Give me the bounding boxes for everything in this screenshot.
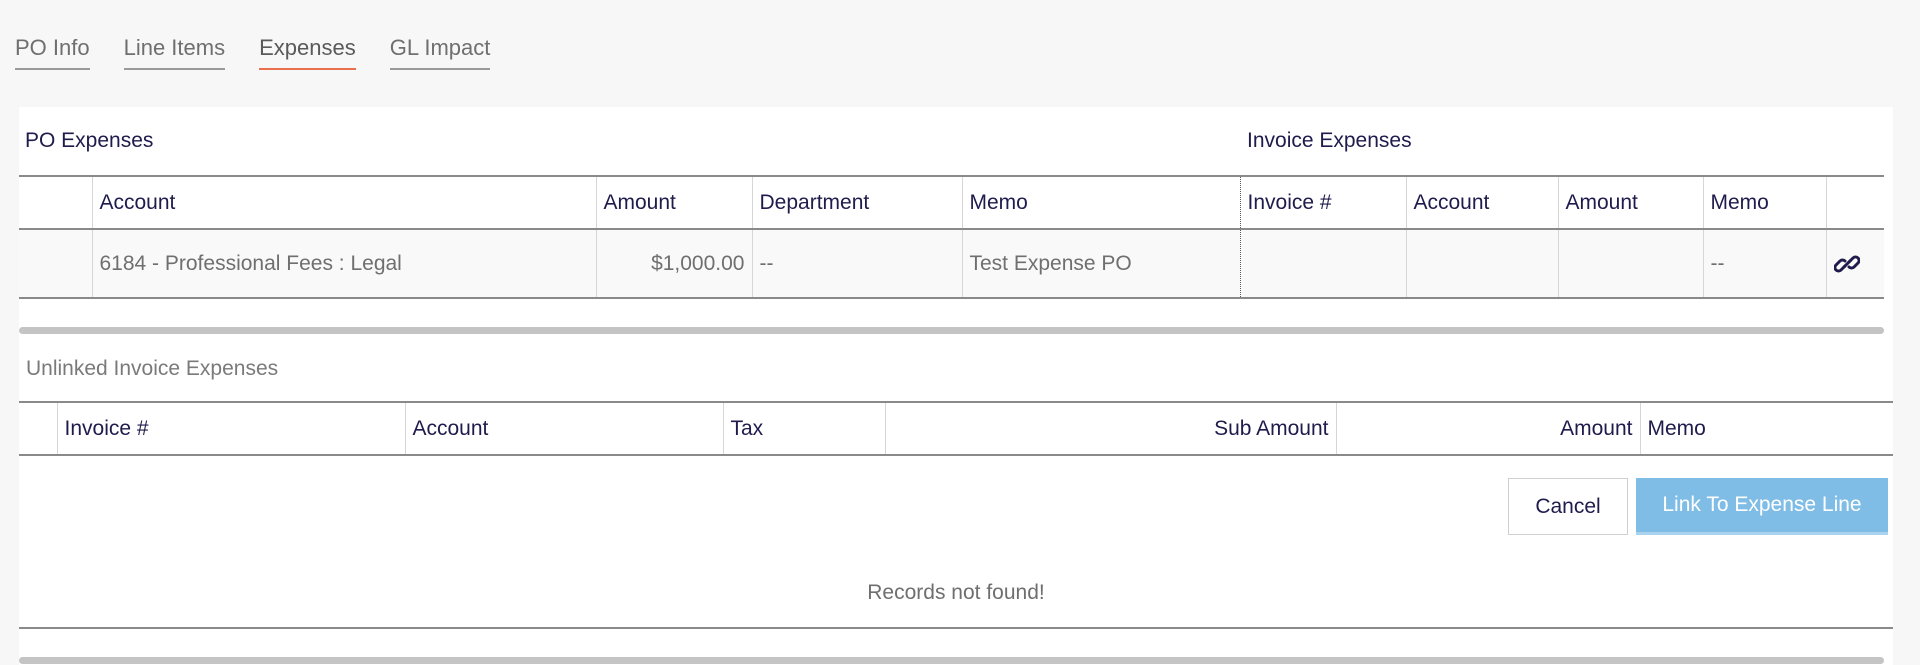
po-table-header: Account Amount Department Memo Invoice #… [19,176,1884,229]
unlinked-expenses-title: Unlinked Invoice Expenses [26,357,279,380]
tab-line-items[interactable]: Line Items [123,34,226,70]
tab-po-info[interactable]: PO Info [15,34,90,70]
un-col-amount: Amount [1335,402,1640,455]
po-col-account: Account [91,176,596,229]
inv-amount-cell [1557,229,1703,298]
po-amount-cell: $1,000.00 [595,229,752,298]
inv-col-action [1825,176,1884,229]
po-expenses-title: PO Expenses [25,129,154,152]
un-col-invoice-no: Invoice # [56,402,405,455]
inv-col-invoice-no: Invoice # [1239,176,1406,229]
inv-col-memo: Memo [1702,176,1826,229]
po-col-memo: Memo [961,176,1240,229]
po-col-select [19,176,92,229]
po-col-department: Department [751,176,962,229]
po-expense-table: Account Amount Department Memo Invoice #… [19,175,1884,299]
un-col-tax: Tax [722,402,885,455]
un-col-account: Account [404,402,723,455]
inv-memo-cell: -- [1702,229,1826,298]
horizontal-scrollbar-bottom[interactable] [19,657,1884,664]
inv-col-amount: Amount [1557,176,1703,229]
un-col-memo: Memo [1639,402,1893,455]
horizontal-scrollbar[interactable] [19,327,1884,334]
po-col-amount: Amount [595,176,752,229]
tab-bar: PO Info Line Items Expenses GL Impact [15,34,524,70]
empty-state-message: Records not found! [867,581,1045,604]
un-col-sub-amount: Sub Amount [884,402,1336,455]
invoice-expenses-title: Invoice Expenses [1247,129,1412,152]
inv-action-cell [1825,229,1884,298]
cancel-button[interactable]: Cancel [1508,478,1628,535]
row-select-cell [19,229,92,298]
unlinked-expense-table: Invoice # Account Tax Sub Amount Amount … [19,401,1893,456]
po-account-cell: 6184 - Professional Fees : Legal [91,229,596,298]
table-row: 6184 - Professional Fees : Legal $1,000.… [19,229,1884,298]
link-icon[interactable] [1832,251,1861,277]
po-memo-cell: Test Expense PO [961,229,1240,298]
un-col-select [19,402,57,455]
unlinked-table-header: Invoice # Account Tax Sub Amount Amount … [19,402,1893,455]
inv-col-account: Account [1405,176,1558,229]
po-department-cell: -- [751,229,962,298]
tab-gl-impact[interactable]: GL Impact [389,34,491,70]
divider [19,627,1893,629]
tab-expenses[interactable]: Expenses [259,34,356,70]
link-to-expense-line-button[interactable]: Link To Expense Line [1636,478,1888,535]
expenses-panel: PO Expenses Invoice Expenses Account Amo… [19,107,1893,665]
inv-account-cell [1405,229,1558,298]
inv-invoice-no-cell [1239,229,1406,298]
